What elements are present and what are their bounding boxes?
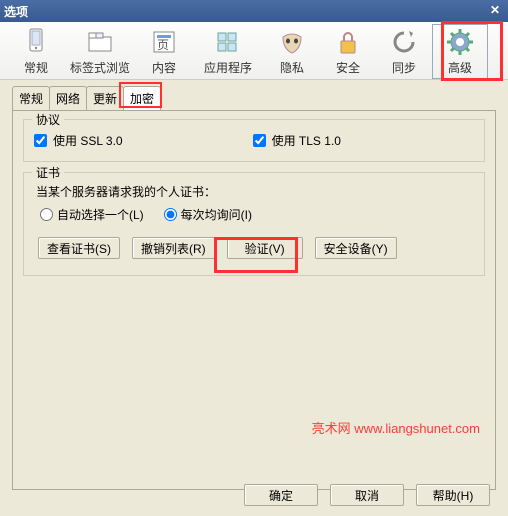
toolbar-general[interactable]: 常规: [8, 24, 64, 79]
group-legend: 协议: [32, 111, 64, 128]
toolbar-label: 安全: [336, 59, 360, 76]
ok-button[interactable]: 确定: [244, 484, 318, 506]
toolbar-label: 高级: [448, 59, 472, 76]
toolbar-advanced[interactable]: 高级: [432, 24, 488, 79]
gear-icon: [445, 27, 475, 57]
sync-icon: [389, 27, 419, 57]
toolbar-label: 标签式浏览: [70, 59, 130, 76]
close-icon[interactable]: ✕: [486, 3, 504, 19]
radio-input[interactable]: [164, 208, 177, 221]
tab-update[interactable]: 更新: [86, 86, 124, 110]
toolbar-label: 隐私: [280, 59, 304, 76]
verify-button[interactable]: 验证(V): [227, 237, 303, 259]
toolbar-label: 同步: [392, 59, 416, 76]
cancel-button[interactable]: 取消: [330, 484, 404, 506]
toolbar-security[interactable]: 安全: [320, 24, 376, 79]
mask-icon: [277, 27, 307, 57]
dialog-footer: 确定 取消 帮助(H): [244, 484, 490, 506]
toolbar-apps[interactable]: 应用程序: [192, 24, 264, 79]
lock-icon: [335, 27, 361, 57]
toolbar-label: 应用程序: [204, 59, 252, 76]
tab-encryption[interactable]: 加密: [123, 86, 161, 110]
toolbar: 常规 标签式浏览 页 内容 应用程序 隐私 安全 同步 高级: [0, 22, 508, 80]
cert-description: 当某个服务器请求我的个人证书：: [36, 183, 474, 200]
ask-radio[interactable]: 每次均询问(I): [164, 206, 252, 223]
help-button[interactable]: 帮助(H): [416, 484, 490, 506]
apps-icon: [213, 27, 243, 57]
toolbar-sync[interactable]: 同步: [376, 24, 432, 79]
checkbox-input[interactable]: [34, 134, 47, 147]
tab-general[interactable]: 常规: [12, 86, 50, 110]
ssl-checkbox[interactable]: 使用 SSL 3.0: [34, 132, 123, 149]
cert-group: 证书 当某个服务器请求我的个人证书： 自动选择一个(L) 每次均询问(I) 查看…: [23, 172, 485, 276]
auto-select-radio[interactable]: 自动选择一个(L): [40, 206, 144, 223]
radio-label: 每次均询问(I): [181, 206, 252, 223]
toolbar-privacy[interactable]: 隐私: [264, 24, 320, 79]
protocol-group: 协议 使用 SSL 3.0 使用 TLS 1.0: [23, 119, 485, 162]
toolbar-content[interactable]: 页 内容: [136, 24, 192, 79]
group-legend: 证书: [32, 164, 64, 181]
checkbox-input[interactable]: [253, 134, 266, 147]
view-cert-button[interactable]: 查看证书(S): [38, 237, 120, 259]
tls-checkbox[interactable]: 使用 TLS 1.0: [253, 132, 341, 149]
revoke-list-button[interactable]: 撤销列表(R): [132, 237, 215, 259]
window-title: 选项: [4, 3, 28, 20]
content-icon: 页: [149, 27, 179, 57]
watermark-text: 亮术网 www.liangshunet.com: [312, 418, 480, 437]
toolbar-label: 常规: [24, 59, 48, 76]
toolbar-label: 内容: [152, 59, 176, 76]
security-device-button[interactable]: 安全设备(Y): [315, 237, 397, 259]
toolbar-tabs[interactable]: 标签式浏览: [64, 24, 136, 79]
tabs-icon: [83, 27, 117, 57]
tab-bar: 常规 网络 更新 加密: [12, 86, 496, 110]
checkbox-label: 使用 TLS 1.0: [272, 132, 341, 149]
svg-text:页: 页: [157, 38, 169, 52]
general-icon: [22, 27, 50, 57]
tab-network[interactable]: 网络: [49, 86, 87, 110]
radio-input[interactable]: [40, 208, 53, 221]
checkbox-label: 使用 SSL 3.0: [53, 132, 123, 149]
titlebar: 选项 ✕: [0, 0, 508, 22]
radio-label: 自动选择一个(L): [57, 206, 144, 223]
